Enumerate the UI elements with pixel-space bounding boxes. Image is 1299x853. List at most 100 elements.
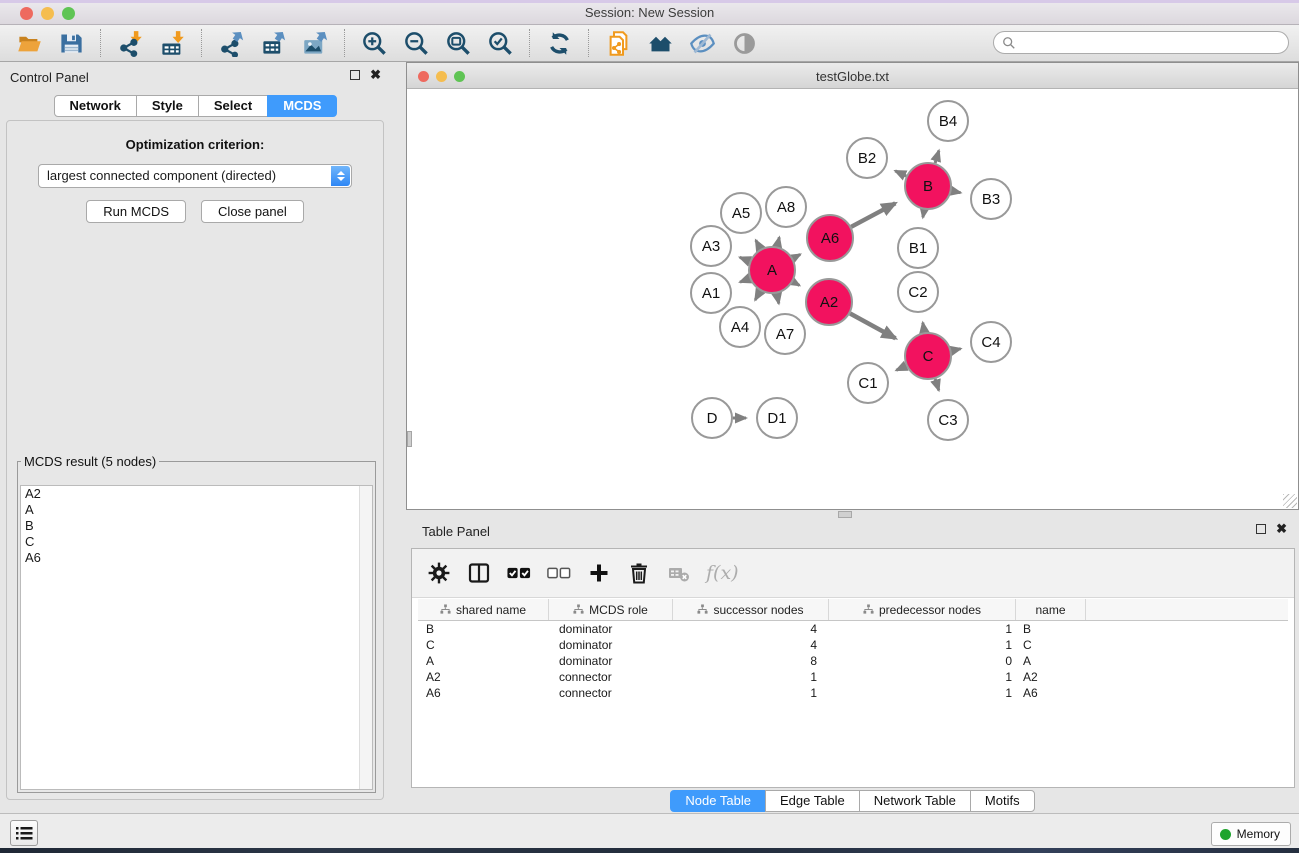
eye-icon[interactable] xyxy=(723,27,765,59)
deselect-all-icon[interactable] xyxy=(546,560,572,586)
graph-node-label: A2 xyxy=(820,294,838,311)
delete-table-icon[interactable] xyxy=(666,560,692,586)
tab-network[interactable]: Network xyxy=(54,95,137,117)
add-column-icon[interactable] xyxy=(586,560,612,586)
graph-node-label: C xyxy=(923,348,934,365)
toolbar-separator xyxy=(100,29,101,57)
tab-select[interactable]: Select xyxy=(198,95,268,117)
toolbar-separator xyxy=(201,29,202,57)
graph-node-label: C4 xyxy=(981,334,1000,351)
graph-edge xyxy=(923,210,924,218)
zoom-in-icon[interactable] xyxy=(353,27,395,59)
memory-status-icon xyxy=(1220,829,1231,840)
home-icon[interactable] xyxy=(639,27,681,59)
mcds-result-list[interactable]: A2 A B C A6 xyxy=(20,485,373,790)
export-table-icon[interactable] xyxy=(252,27,294,59)
tab-node-table[interactable]: Node Table xyxy=(670,790,766,812)
status-bar: Memory xyxy=(0,813,1299,848)
delete-column-icon[interactable] xyxy=(626,560,652,586)
list-item[interactable]: A xyxy=(21,502,372,518)
table-row[interactable]: B dominator 4 1 B xyxy=(418,621,1288,637)
list-icon xyxy=(16,826,33,841)
import-table-icon[interactable] xyxy=(151,27,193,59)
network-canvas[interactable]: B4B2BB3A5A8A6A3AB1A1C2A2A4A7C4CC1C3DD1 xyxy=(407,89,1298,509)
save-session-icon[interactable] xyxy=(50,27,92,59)
graph-svg: B4B2BB3A5A8A6A3AB1A1C2A2A4A7C4CC1C3DD1 xyxy=(407,89,1298,509)
tab-mcds[interactable]: MCDS xyxy=(267,95,337,117)
graph-edge xyxy=(740,279,750,283)
graph-edge xyxy=(755,291,760,300)
control-panel-tabs: Network Style Select MCDS xyxy=(0,95,391,117)
canvas-left-grip[interactable] xyxy=(407,431,412,447)
list-item[interactable]: A6 xyxy=(21,550,372,566)
table-toolbar: f(x) xyxy=(412,549,1294,598)
graph-node-label: D xyxy=(707,410,718,427)
column-header-name[interactable]: name xyxy=(1016,599,1086,620)
refresh-layout-icon[interactable] xyxy=(538,27,580,59)
column-header-shared-name[interactable]: shared name xyxy=(418,599,549,620)
column-header-mcds-role[interactable]: MCDS role xyxy=(549,599,673,620)
search-icon xyxy=(1002,36,1016,50)
column-header-successor-nodes[interactable]: successor nodes xyxy=(673,599,829,620)
tree-icon xyxy=(863,604,874,615)
tab-edge-table[interactable]: Edge Table xyxy=(765,790,860,812)
zoom-fit-icon[interactable] xyxy=(437,27,479,59)
table-header-row: shared name MCDS role successor nodes pr… xyxy=(418,599,1288,621)
tab-network-table[interactable]: Network Table xyxy=(859,790,971,812)
graph-node-label: B3 xyxy=(982,191,1000,208)
list-item[interactable]: B xyxy=(21,518,372,534)
window-resize-grip[interactable] xyxy=(1283,494,1297,508)
divider-grip[interactable] xyxy=(838,511,852,518)
graph-edge xyxy=(850,314,895,339)
graph-edge xyxy=(935,151,939,164)
network-view-window: testGlobe.txt B4B2BB3A5A8A6A3AB1A1C2A2A4… xyxy=(406,62,1299,510)
tab-motifs[interactable]: Motifs xyxy=(970,790,1035,812)
list-item[interactable]: A2 xyxy=(21,486,372,502)
graph-edge xyxy=(756,240,761,249)
tab-style[interactable]: Style xyxy=(136,95,199,117)
export-image-icon[interactable] xyxy=(294,27,336,59)
table-panel-body: f(x) shared name MCDS role successor nod… xyxy=(411,548,1295,788)
hide-eye-icon[interactable] xyxy=(681,27,723,59)
table-row[interactable]: C dominator 4 1 C xyxy=(418,637,1288,653)
graph-node-label: A xyxy=(767,262,777,279)
graph-node-label: B2 xyxy=(858,150,876,167)
close-panel-icon[interactable]: ✖ xyxy=(1276,524,1287,534)
search-input[interactable] xyxy=(1016,32,1288,53)
column-header-predecessor-nodes[interactable]: predecessor nodes xyxy=(829,599,1016,620)
float-panel-icon[interactable] xyxy=(350,70,360,80)
column-header-filler xyxy=(1086,599,1288,620)
network-window-titlebar[interactable]: testGlobe.txt xyxy=(407,63,1298,89)
table-panel: Table Panel ✖ xyxy=(406,520,1299,813)
toggle-columns-icon[interactable] xyxy=(466,560,492,586)
graph-edge xyxy=(923,323,925,333)
app-title: Session: New Session xyxy=(0,5,1299,20)
tree-icon xyxy=(573,604,584,615)
zoom-selected-icon[interactable] xyxy=(479,27,521,59)
memory-button[interactable]: Memory xyxy=(1211,822,1291,846)
table-row[interactable]: A2 connector 1 1 A2 xyxy=(418,669,1288,685)
zoom-out-icon[interactable] xyxy=(395,27,437,59)
table-row[interactable]: A dominator 8 0 A xyxy=(418,653,1288,669)
main-toolbar xyxy=(0,25,1299,62)
open-file-icon[interactable] xyxy=(8,27,50,59)
tree-icon xyxy=(440,604,451,615)
close-panel-button[interactable]: Close panel xyxy=(201,200,304,223)
run-mcds-button[interactable]: Run MCDS xyxy=(86,200,186,223)
settings-gear-icon[interactable] xyxy=(426,560,452,586)
select-all-icon[interactable] xyxy=(506,560,532,586)
criterion-dropdown[interactable]: largest connected component (directed) xyxy=(38,164,352,188)
function-builder-icon: f(x) xyxy=(706,562,739,584)
table-panel-header: Table Panel ✖ xyxy=(422,524,1287,542)
duplicate-network-icon[interactable] xyxy=(597,27,639,59)
task-list-button[interactable] xyxy=(10,820,38,846)
graph-node-label: A6 xyxy=(821,230,839,247)
import-network-icon[interactable] xyxy=(109,27,151,59)
float-panel-icon[interactable] xyxy=(1256,524,1266,534)
list-item[interactable]: C xyxy=(21,534,372,550)
mcds-panel: Optimization criterion: largest connecte… xyxy=(6,120,384,800)
search-field[interactable] xyxy=(993,31,1289,54)
table-row[interactable]: A6 connector 1 1 A6 xyxy=(418,685,1288,701)
close-panel-icon[interactable]: ✖ xyxy=(370,70,381,80)
export-network-icon[interactable] xyxy=(210,27,252,59)
